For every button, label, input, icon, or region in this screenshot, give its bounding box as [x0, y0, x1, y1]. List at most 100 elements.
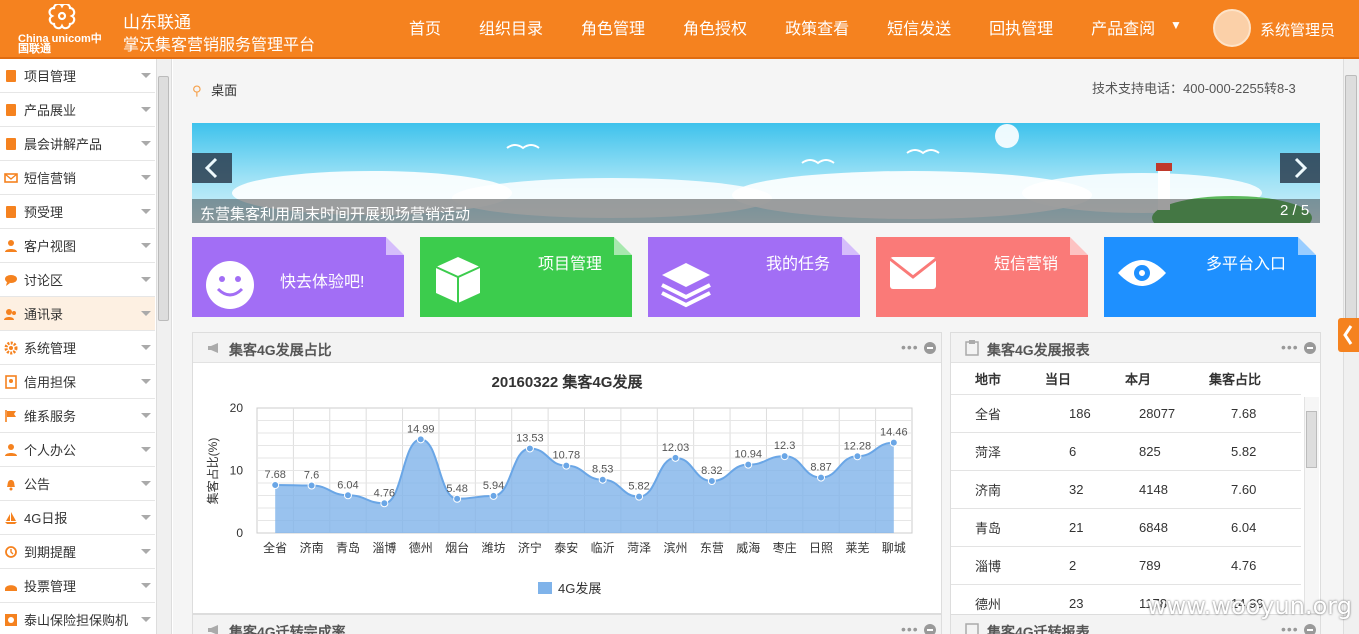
data-point: [416, 435, 425, 444]
x-tick-label: 聊城: [882, 541, 906, 555]
panel-collapse-icon[interactable]: [924, 624, 936, 634]
chart-panel-header: 集客4G发展占比 •••: [193, 333, 941, 363]
panel-collapse-icon[interactable]: [1304, 342, 1316, 354]
tile-sms-marketing[interactable]: 短信营销: [876, 237, 1088, 317]
nav-item-receipt[interactable]: 回执管理: [970, 0, 1072, 59]
sidebar-item-label: 公告: [24, 477, 51, 492]
sidebar-item[interactable]: 通讯录: [0, 297, 155, 331]
logo-text: China unicom中国联通: [18, 33, 102, 55]
sidebar-item[interactable]: 4G日报: [0, 501, 155, 535]
box-icon: [435, 257, 481, 303]
sidebar-item[interactable]: 产品展业: [0, 93, 155, 127]
table-header[interactable]: 集客占比: [1193, 364, 1301, 395]
table-cell: 825: [1111, 432, 1193, 471]
nav-item-policy[interactable]: 政策查看: [766, 0, 868, 59]
x-tick-label: 全省: [263, 540, 287, 555]
sidebar-item-label: 信用担保: [24, 375, 77, 390]
nav-more-caret-icon[interactable]: ▼: [1170, 18, 1182, 32]
table-row[interactable]: 济南 32 4148 7.60: [951, 470, 1301, 509]
sidebar-item[interactable]: 项目管理: [0, 59, 155, 93]
tile-my-tasks[interactable]: 我的任务: [648, 237, 860, 317]
nav-item-roles[interactable]: 角色管理: [562, 0, 664, 59]
sidebar-item[interactable]: 客户视图: [0, 229, 155, 263]
panel-collapse-icon[interactable]: [924, 342, 936, 354]
tile-label: 项目管理: [538, 256, 603, 273]
table-header[interactable]: 当日: [1031, 364, 1111, 395]
sidebar-item[interactable]: 讨论区: [0, 263, 155, 297]
data-point: [525, 444, 534, 453]
panel-menu-icon[interactable]: •••: [1281, 339, 1299, 355]
banner-next-button[interactable]: [1280, 153, 1320, 183]
china-unicom-logo[interactable]: China unicom中国联通: [10, 2, 105, 55]
sidebar-item[interactable]: 维系服务: [0, 399, 155, 433]
mail-icon: [4, 171, 18, 185]
panel-menu-icon[interactable]: •••: [901, 621, 919, 634]
id-card-icon: [4, 374, 18, 389]
sidebar-item[interactable]: 晨会讲解产品: [0, 127, 155, 161]
panel-menu-icon[interactable]: •••: [1281, 621, 1299, 634]
table-row[interactable]: 菏泽 6 825 5.82: [951, 432, 1301, 471]
chevron-down-icon: [141, 277, 151, 282]
banner-caption[interactable]: 东营集客利用周末时间开展现场营销活动: [200, 203, 470, 223]
sidebar-item-label: 项目管理: [24, 69, 77, 84]
user-name[interactable]: 系统管理员: [1260, 19, 1335, 40]
chevron-down-icon: [141, 209, 151, 214]
nav-item-sms[interactable]: 短信发送: [868, 0, 970, 59]
nav-item-role-auth[interactable]: 角色授权: [664, 0, 766, 59]
table-header[interactable]: 本月: [1111, 364, 1193, 395]
brand-title: 山东联通: [123, 13, 191, 32]
x-tick-label: 菏泽: [627, 541, 651, 555]
nav-item-org[interactable]: 组织目录: [460, 0, 562, 59]
banner-prev-button[interactable]: [192, 153, 232, 183]
clipboard-icon: [965, 623, 979, 634]
sidebar-item-label: 产品展业: [24, 103, 77, 118]
chart-title: 20160322 集客4G发展: [492, 373, 643, 391]
data-label: 13.53: [516, 432, 544, 444]
sidebar-item[interactable]: 个人办公: [0, 433, 155, 467]
sidebar-scroll-thumb[interactable]: [158, 76, 169, 321]
table-row[interactable]: 淄博 2 789 4.76: [951, 546, 1301, 585]
table-cell: 6848: [1111, 508, 1193, 547]
collapse-panel-button[interactable]: [1338, 318, 1359, 352]
sidebar-item[interactable]: 预受理: [0, 195, 155, 229]
tile-label: 快去体验吧!: [280, 274, 365, 291]
chart-area: 20160322 集客4G发展 0 10 20 集客占比(%) 7.68 全省 7.6 济南 6.…: [205, 373, 913, 596]
table-scroll-thumb[interactable]: [1306, 411, 1317, 468]
sidebar-item[interactable]: 泰山保险担保购机: [0, 603, 155, 634]
chat-icon: [4, 273, 18, 287]
main-scroll-thumb[interactable]: [1345, 75, 1357, 335]
chevron-down-icon: [141, 583, 151, 588]
sidebar-item[interactable]: 短信营销: [0, 161, 155, 195]
banner-carousel[interactable]: 东营集客利用周末时间开展现场营销活动 2 / 5: [192, 123, 1320, 223]
legend-label: 4G发展: [558, 581, 601, 596]
chevron-down-icon: [141, 107, 151, 112]
avatar[interactable]: [1213, 9, 1251, 47]
nav-item-home[interactable]: 首页: [390, 0, 460, 59]
table-row[interactable]: 青岛 21 6848 6.04: [951, 508, 1301, 547]
table-row[interactable]: 全省 186 28077 7.68: [951, 394, 1301, 433]
tile-experience[interactable]: 快去体验吧!: [192, 237, 404, 317]
sidebar-item-label: 到期提醒: [24, 545, 77, 560]
table-header[interactable]: 地市: [951, 364, 1031, 395]
breadcrumb-label[interactable]: 桌面: [211, 83, 237, 98]
tile-project-management[interactable]: 项目管理: [420, 237, 632, 317]
megaphone-icon: [208, 343, 218, 353]
tile-multi-platform[interactable]: 多平台入口: [1104, 237, 1316, 317]
chevron-down-icon: [141, 481, 151, 486]
sidebar-item[interactable]: 信用担保: [0, 365, 155, 399]
sidebar-item[interactable]: 投票管理: [0, 569, 155, 603]
panel-collapse-icon[interactable]: [1304, 624, 1316, 634]
chevron-down-icon: [141, 379, 151, 384]
nav-item-products[interactable]: 产品查阅: [1072, 0, 1174, 59]
sidebar-item[interactable]: 到期提醒: [0, 535, 155, 569]
sidebar-item[interactable]: 公告: [0, 467, 155, 501]
tile-corner-fold: [1298, 237, 1316, 255]
panel-menu-icon[interactable]: •••: [901, 339, 919, 355]
book-icon: [4, 69, 18, 83]
data-point: [343, 491, 352, 500]
data-point: [635, 492, 644, 501]
x-tick-label: 日照: [809, 541, 833, 555]
sidebar-item[interactable]: 系统管理: [0, 331, 155, 365]
sidebar-item-label: 晨会讲解产品: [24, 137, 103, 152]
bottom-left-panel: 集客4G迁转完成率 •••: [192, 614, 942, 634]
